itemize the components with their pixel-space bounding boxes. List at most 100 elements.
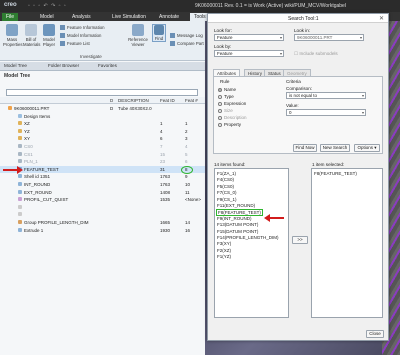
model-information-item[interactable]: Model Information	[60, 33, 101, 39]
model-tree-search-input[interactable]	[6, 89, 198, 96]
row-id: 15	[160, 151, 166, 157]
tab-model[interactable]: Model	[36, 13, 58, 21]
row-d: D	[110, 106, 114, 111]
look-by-label: Look by:	[214, 44, 232, 49]
feature-list-item[interactable]: Feature List	[60, 41, 90, 47]
include-submodels-checkbox[interactable]: ☐ Include submodels	[294, 51, 338, 57]
list-item[interactable]: F9(CS_1)	[217, 197, 237, 202]
list-item[interactable]: F3(XY)	[217, 241, 231, 246]
quick-access-toolbar[interactable]: ▫ ▫ ▫ ↶ ↷ ▫ ▫	[28, 3, 67, 9]
comparison-select[interactable]: is not equal to ▾	[286, 92, 366, 99]
find-now-button[interactable]: Find Now	[293, 144, 317, 152]
table-row[interactable]: Design Items	[0, 113, 205, 120]
rule-size-radio[interactable]: Size	[218, 108, 233, 113]
table-row[interactable]: Shell id 1351 1763 9	[0, 173, 205, 180]
table-row[interactable]: YZ 4 2	[0, 128, 205, 135]
investigate-group-label: Investigate	[80, 54, 102, 59]
list-item[interactable]: F8(FEATURE_TEST)	[314, 171, 357, 176]
message-log-item[interactable]: Message Log	[170, 33, 203, 39]
list-item[interactable]: F13(DATUM POINT)	[217, 222, 258, 227]
table-row[interactable]	[0, 211, 205, 218]
look-for-select[interactable]: Feature ▾	[214, 34, 284, 41]
rule-name-radio[interactable]: Name	[218, 87, 236, 92]
table-row[interactable]	[0, 204, 205, 211]
new-search-button[interactable]: New Search	[320, 144, 350, 152]
options-button[interactable]: Options ▾	[354, 144, 380, 152]
table-row[interactable]: XY 6 3	[0, 135, 205, 142]
col-d[interactable]: D	[110, 98, 113, 103]
feature-icon	[18, 151, 22, 156]
model-tree-toolbar	[4, 81, 202, 88]
list-item[interactable]: F11(EXT_ROUND)	[217, 203, 255, 208]
row-num: 1	[185, 121, 188, 127]
find-button[interactable]: Find	[152, 24, 166, 42]
table-row[interactable]: PLN_1 23 6	[0, 158, 205, 165]
table-row[interactable]: 9K06000011.PRT D Tube 40X30X2.0	[0, 105, 205, 112]
list-item[interactable]: F14(PROFILE_LENGTH_DIM)	[217, 235, 279, 240]
mass-properties-button[interactable]: Mass Properties	[3, 24, 23, 47]
look-in-select[interactable]: 9K06000011.PRT ▾	[294, 34, 364, 41]
table-row[interactable]: PROFIL_CUT_QUIST 1535 <None>	[0, 196, 205, 203]
rule-description-radio[interactable]: Description	[218, 115, 247, 120]
feature-icon	[18, 159, 22, 164]
table-row[interactable]: XZ 1 1	[0, 120, 205, 127]
tab-model-tree[interactable]: Model Tree	[4, 63, 27, 68]
list-item[interactable]: F2(XZ)	[217, 248, 231, 253]
list-item[interactable]: F9(INT_ROUND)	[217, 216, 252, 221]
tab-annotate[interactable]: Annotate	[155, 13, 183, 21]
tab-attributes[interactable]: Attributes	[213, 69, 241, 76]
row-id: 23	[160, 159, 166, 165]
rule-property-radio[interactable]: Property	[218, 122, 241, 127]
rule-expression-radio[interactable]: Expression	[218, 101, 246, 106]
close-icon[interactable]: ✕	[379, 15, 384, 22]
look-by-select[interactable]: Feature ▾	[214, 50, 284, 57]
found-items-list[interactable]: F1(ZA_1) F4(CS0) F5(CS0) F7(CS_0) F9(CS_1) F1…	[214, 168, 289, 318]
tab-history[interactable]: History	[244, 69, 267, 76]
tab-favorites[interactable]: Favorites	[98, 63, 117, 68]
list-item[interactable]: F5(CS0)	[217, 184, 234, 189]
list-item[interactable]: F7(CS_0)	[217, 190, 237, 195]
tab-geometry[interactable]: Geometry	[283, 69, 311, 76]
row-name: Extrude 1	[24, 227, 44, 233]
table-row[interactable]: INT_ROUND 1763 10	[0, 181, 205, 188]
search-tool-dialog: Search Tool:1 ✕ Look for: Feature ▾ Look …	[207, 13, 389, 341]
ribbon: Mass Properties Bill of Materials Model …	[0, 21, 210, 61]
col-feat-id[interactable]: Feat ID	[160, 98, 175, 103]
table-row[interactable]: Group PROFILE_LENGTH_DIM 1665 14	[0, 219, 205, 226]
tab-live-simulation[interactable]: Live Simulation	[108, 13, 150, 21]
list-item[interactable]: F1(YZ)	[217, 254, 231, 259]
compare-part-item[interactable]: Compare Part	[170, 41, 204, 47]
model-player-button[interactable]: Model Player	[41, 24, 57, 47]
mass-properties-icon	[6, 24, 18, 36]
tab-status[interactable]: Status	[264, 69, 285, 76]
table-row[interactable]: EXT_ROUND 1408 11	[0, 189, 205, 196]
feature-information-item[interactable]: Feature Information	[60, 25, 105, 31]
col-description[interactable]: DESCRIPTION	[118, 98, 149, 103]
table-row[interactable]: CS0 7 4	[0, 143, 205, 150]
row-id: 1930	[160, 227, 171, 233]
move-to-selected-button[interactable]: >>	[292, 236, 308, 244]
tab-folder-browser[interactable]: Folder Browser	[48, 63, 79, 68]
close-button[interactable]: Close	[366, 330, 384, 338]
tab-analysis[interactable]: Analysis	[68, 13, 95, 21]
row-num: 5	[185, 151, 188, 157]
col-feat-num[interactable]: Feat #	[185, 98, 198, 103]
feature-icon	[18, 174, 22, 179]
rule-header: Rule	[220, 79, 230, 84]
tab-file[interactable]: File	[2, 13, 19, 21]
rule-type-radio[interactable]: Type	[218, 94, 234, 99]
table-row[interactable]: CS1 15 5	[0, 151, 205, 158]
title-bar: creo ▫ ▫ ▫ ↶ ↷ ▫ ▫ 9K06000011 Rev. 0.1 =…	[0, 0, 400, 12]
reference-viewer-button[interactable]: Reference Viewer	[128, 24, 148, 47]
table-row[interactable]: FEATURE_TEST 31 8	[0, 165, 205, 173]
table-row[interactable]: Extrude 1 1930 16	[0, 227, 205, 234]
list-item[interactable]: F1(ZA_1)	[217, 171, 236, 176]
look-for-label: Look for:	[214, 28, 232, 33]
list-item[interactable]: F4(CS0)	[217, 177, 234, 182]
feature-icon	[18, 113, 22, 118]
row-id: 7	[160, 144, 163, 149]
value-select[interactable]: 0 ▾	[286, 109, 366, 116]
selected-items-list[interactable]: F8(FEATURE_TEST)	[311, 168, 383, 318]
list-item[interactable]: F15(DATUM POINT)	[217, 229, 258, 234]
bill-of-materials-button[interactable]: Bill of Materials	[23, 24, 40, 47]
